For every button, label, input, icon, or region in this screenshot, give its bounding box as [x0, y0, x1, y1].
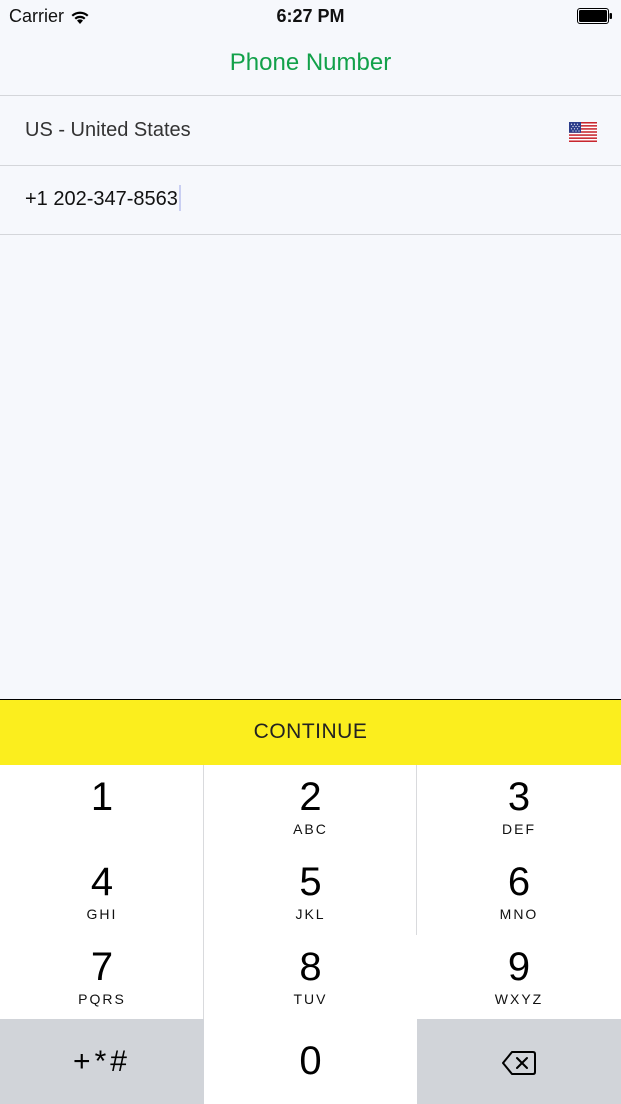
- key-1[interactable]: 1: [0, 765, 204, 850]
- key-letters: GHI: [86, 906, 118, 922]
- page-title: Phone Number: [229, 49, 392, 76]
- numeric-keypad: 1 2 ABC 3 DEF 4 GHI 5 JKL 6 MNO 7 PQRS 8: [0, 765, 621, 1104]
- key-digit: 1: [90, 775, 114, 819]
- keypad-divider: [416, 765, 417, 935]
- key-0[interactable]: 0: [204, 1019, 417, 1104]
- key-8[interactable]: 8 TUV: [204, 935, 417, 1019]
- key-5[interactable]: 5 JKL: [204, 850, 417, 935]
- continue-button[interactable]: CONTINUE: [0, 699, 621, 765]
- country-selector[interactable]: US - United States: [0, 97, 621, 166]
- text-caret: [178, 184, 181, 211]
- key-digit: 5: [299, 860, 322, 904]
- phone-number-screen: Carrier 6:27 PM Phone Number US - United…: [0, 0, 621, 1104]
- key-letters: DEF: [502, 821, 536, 837]
- key-digit: 6: [507, 860, 531, 904]
- key-letters: WXYZ: [494, 991, 544, 1007]
- nav-bar: Phone Number: [0, 32, 621, 96]
- key-letters: PQRS: [78, 991, 126, 1007]
- key-letters: MNO: [499, 906, 539, 922]
- key-9[interactable]: 9 WXYZ: [417, 935, 621, 1019]
- symbols-label: +*#: [73, 1045, 131, 1078]
- key-4[interactable]: 4 GHI: [0, 850, 204, 935]
- phone-number-text-wrap: +1 202-347-8563: [25, 184, 181, 211]
- key-letters: JKL: [295, 906, 326, 922]
- country-label: US - United States: [25, 119, 191, 141]
- key-6[interactable]: 6 MNO: [417, 850, 621, 935]
- key-letters: TUV: [293, 991, 328, 1007]
- key-digit: 2: [299, 775, 322, 819]
- key-digit: 3: [507, 775, 531, 819]
- key-digit: 4: [90, 860, 114, 904]
- key-7[interactable]: 7 PQRS: [0, 935, 204, 1019]
- key-2[interactable]: 2 ABC: [204, 765, 417, 850]
- battery-icon: [577, 8, 612, 24]
- status-bar: Carrier 6:27 PM: [0, 0, 621, 32]
- status-time: 6:27 PM: [276, 6, 345, 26]
- key-letters: ABC: [293, 821, 328, 837]
- key-3[interactable]: 3 DEF: [417, 765, 621, 850]
- phone-number-value: +1 202-347-8563: [25, 188, 178, 210]
- key-digit: 0: [299, 1039, 322, 1083]
- key-digit: 9: [507, 945, 531, 989]
- backspace-icon: [502, 1051, 536, 1075]
- us-flag-icon: [569, 122, 597, 142]
- symbols-key[interactable]: +*#: [0, 1019, 204, 1104]
- keypad-divider: [203, 765, 204, 1019]
- delete-key[interactable]: [417, 1019, 621, 1104]
- phone-number-field[interactable]: +1 202-347-8563: [0, 166, 621, 235]
- key-digit: 8: [299, 945, 322, 989]
- key-digit: 7: [90, 945, 114, 989]
